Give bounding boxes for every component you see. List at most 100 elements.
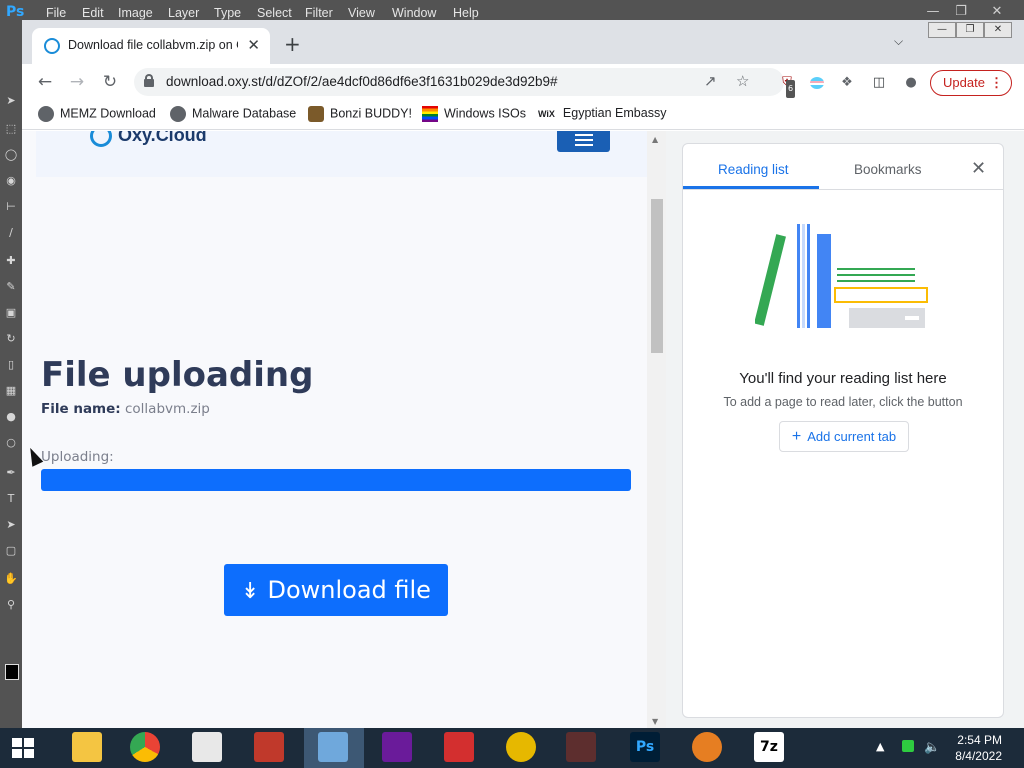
healing-tool-icon[interactable]: ✚ — [4, 254, 18, 268]
ps-close-icon[interactable]: ✕ — [984, 2, 1010, 22]
stamp-tool-icon[interactable]: ▣ — [4, 306, 18, 320]
profile-avatar-icon[interactable]: ● — [902, 74, 920, 92]
shape-tool-icon[interactable]: ▢ — [4, 544, 18, 558]
blur-tool-icon[interactable]: ● — [4, 410, 18, 424]
yahoo-messenger-icon[interactable] — [382, 732, 412, 762]
acrobat-icon[interactable] — [444, 732, 474, 762]
7zip-icon[interactable]: 7z — [754, 732, 784, 762]
eyedropper-tool-icon[interactable]: ∕ — [4, 226, 18, 240]
tray-overflow-icon[interactable]: ▲ — [876, 740, 884, 753]
globe-icon — [170, 106, 186, 122]
side-panel-toggle-icon[interactable]: ◫ — [870, 74, 888, 92]
bookmark-bonzi-buddy[interactable]: Bonzi BUDDY! — [308, 106, 412, 122]
upload-progress-bar — [41, 469, 631, 491]
update-button[interactable]: Update ⋮ — [930, 70, 1012, 96]
paint-icon[interactable] — [254, 732, 284, 762]
tab-search-chevron-icon[interactable]: ⌵ — [894, 34, 903, 49]
ps-minimize-icon[interactable]: — — [920, 2, 946, 22]
add-current-tab-label: Add current tab — [807, 429, 897, 444]
globe-icon — [38, 106, 54, 122]
menu-help[interactable]: Help — [453, 6, 479, 20]
volume-icon[interactable]: 🔈 — [924, 740, 940, 755]
lock-icon[interactable] — [144, 74, 154, 87]
share-icon[interactable]: ↗ — [704, 72, 717, 90]
scrollbar-thumb[interactable] — [651, 199, 663, 353]
clock-date: 8/4/2022 — [955, 749, 1002, 763]
scroll-up-arrow-icon[interactable]: ▲ — [652, 135, 658, 144]
disc-icon[interactable] — [506, 732, 536, 762]
bookmark-windows-isos[interactable]: Windows ISOs — [422, 106, 526, 122]
site-logo[interactable]: Oxy.Cloud — [90, 131, 207, 148]
path-select-tool-icon[interactable]: ➤ — [4, 518, 18, 532]
add-current-tab-button[interactable]: + Add current tab — [779, 421, 909, 452]
ublock-extension-icon[interactable]: ⛨6 — [778, 74, 796, 98]
trans-flag-extension-icon[interactable] — [808, 74, 826, 92]
back-arrow-icon[interactable]: ← — [35, 72, 55, 92]
browser-tab[interactable]: Download file collabvm.zip on O ✕ — [32, 28, 270, 64]
menu-image[interactable]: Image — [118, 6, 153, 20]
history-brush-tool-icon[interactable]: ↻ — [4, 332, 18, 346]
hamburger-menu-icon[interactable] — [557, 131, 610, 152]
bookmark-egyptian-embassy[interactable]: WiX Egyptian Embassy — [538, 106, 666, 120]
paint-brush-icon[interactable] — [692, 732, 722, 762]
tab-bookmarks[interactable]: Bookmarks — [854, 162, 922, 177]
ps-restore-icon[interactable]: ❐ — [948, 2, 974, 22]
menu-layer[interactable]: Layer — [168, 6, 199, 20]
hand-tool-icon[interactable]: ✋ — [4, 572, 18, 586]
crop-tool-icon[interactable]: ⊢ — [4, 200, 18, 214]
menu-filter[interactable]: Filter — [305, 6, 333, 20]
chrome-close-icon[interactable]: ✕ — [984, 22, 1012, 38]
bookmark-memz[interactable]: MEMZ Download — [38, 106, 156, 122]
type-tool-icon[interactable]: T — [4, 492, 18, 506]
brush-tool-icon[interactable]: ✎ — [4, 280, 18, 294]
pen-tool-icon[interactable]: ✒ — [4, 466, 18, 480]
windows-start-icon[interactable] — [12, 738, 34, 758]
address-bar[interactable]: download.oxy.st/d/dZOf/2/ae4dcf0d86df6e3… — [134, 68, 784, 96]
scroll-down-arrow-icon[interactable]: ▼ — [652, 717, 658, 726]
side-panel-close-icon[interactable]: ✕ — [971, 158, 986, 179]
menu-kebab-icon[interactable]: ⋮ — [990, 71, 1003, 95]
quick-select-tool-icon[interactable]: ◉ — [4, 174, 18, 188]
side-panel-divider — [683, 189, 1003, 190]
menu-window[interactable]: Window — [392, 6, 436, 20]
chrome-minimize-icon[interactable]: — — [928, 22, 956, 38]
file-name-label: File name: — [41, 401, 121, 417]
gradient-tool-icon[interactable]: ▦ — [4, 384, 18, 398]
page-scrollbar[interactable]: ▲ ▼ — [647, 131, 666, 728]
reading-list-side-panel: Reading list Bookmarks ✕ You'll find you… — [682, 143, 1004, 718]
new-tab-icon[interactable]: + — [284, 32, 301, 56]
download-file-button[interactable]: ↡ Download file — [224, 564, 448, 616]
foreground-color-swatch[interactable] — [5, 664, 19, 680]
menu-type[interactable]: Type — [214, 6, 241, 20]
file-explorer-icon[interactable] — [72, 732, 102, 762]
bookmark-star-icon[interactable]: ☆ — [736, 72, 749, 90]
control-panel-icon[interactable] — [318, 732, 348, 762]
forward-arrow-icon[interactable]: → — [67, 72, 87, 92]
solitaire-icon[interactable] — [192, 732, 222, 762]
bookmark-malware-database[interactable]: Malware Database — [170, 106, 296, 122]
download-button-label: Download file — [267, 576, 431, 604]
move-tool-icon[interactable]: ➤ — [4, 94, 18, 108]
taskbar-clock[interactable]: 2:54 PM 8/4/2022 — [952, 732, 1002, 764]
chrome-icon[interactable] — [130, 732, 160, 762]
tab-strip: Download file collabvm.zip on O ✕ + ⌵ — … — [22, 20, 1024, 64]
photoshop-icon[interactable]: Ps — [630, 732, 660, 762]
menu-file[interactable]: File — [46, 6, 66, 20]
reload-icon[interactable]: ↻ — [100, 72, 120, 92]
chrome-restore-icon[interactable]: ❐ — [956, 22, 984, 38]
extensions-puzzle-icon[interactable]: ❖ — [838, 74, 856, 92]
tab-reading-list[interactable]: Reading list — [718, 162, 789, 177]
menu-view[interactable]: View — [348, 6, 375, 20]
lasso-tool-icon[interactable]: ◯ — [4, 148, 18, 162]
url-text[interactable]: download.oxy.st/d/dZOf/2/ae4dcf0d86df6e3… — [166, 74, 558, 89]
eraser-tool-icon[interactable]: ▯ — [4, 358, 18, 372]
dodge-tool-icon[interactable]: ○ — [4, 436, 18, 450]
extension-badge: 6 — [786, 80, 796, 98]
zoom-tool-icon[interactable]: ⚲ — [4, 598, 18, 612]
menu-select[interactable]: Select — [257, 6, 292, 20]
game-icon[interactable] — [566, 732, 596, 762]
network-status-icon[interactable] — [902, 740, 914, 752]
menu-edit[interactable]: Edit — [82, 6, 104, 20]
marquee-tool-icon[interactable]: ⬚ — [4, 122, 18, 136]
tab-close-icon[interactable]: ✕ — [247, 36, 260, 54]
